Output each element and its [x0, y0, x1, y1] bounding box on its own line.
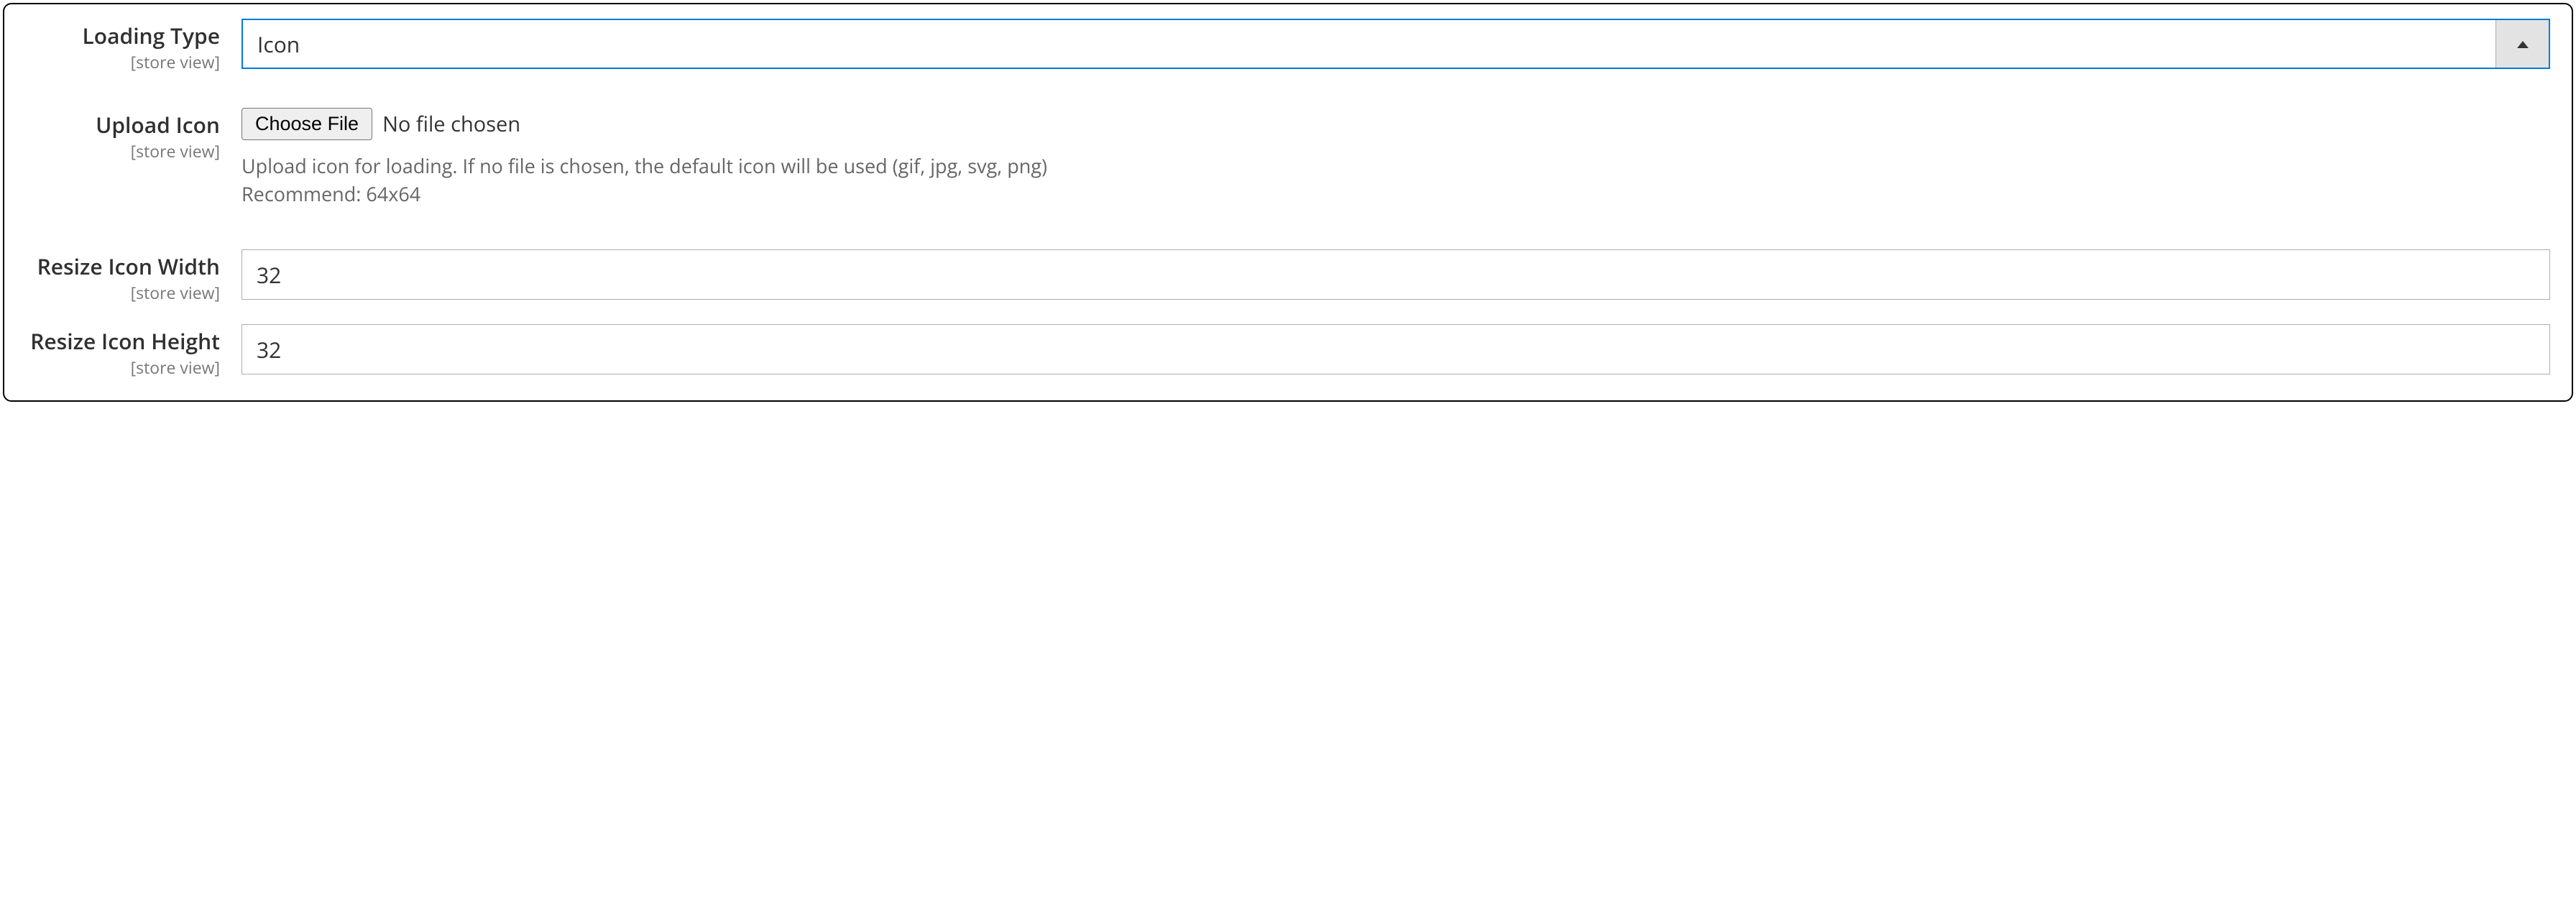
help-line-2: Recommend: 64x64 [242, 180, 2550, 208]
loading-type-value: Icon [243, 20, 2496, 68]
file-input-row: Choose File No file chosen [242, 108, 2550, 140]
resize-height-input[interactable] [242, 324, 2550, 374]
upload-icon-scope: [store view] [26, 139, 220, 162]
control-col: Choose File No file chosen Upload icon f… [242, 108, 2550, 208]
resize-width-label: Resize Icon Width [26, 254, 220, 280]
label-col: Upload Icon [store view] [26, 108, 242, 162]
upload-icon-label: Upload Icon [26, 112, 220, 138]
resize-height-scope: [store view] [26, 356, 220, 379]
label-col: Loading Type [store view] [26, 19, 242, 73]
config-panel: Loading Type [store view] Icon Upload Ic… [3, 3, 2573, 402]
help-line-1: Upload icon for loading. If no file is c… [242, 152, 2550, 180]
control-col [242, 324, 2550, 374]
loading-type-scope: [store view] [26, 50, 220, 73]
control-col [242, 249, 2550, 300]
control-col: Icon [242, 19, 2550, 69]
choose-file-button[interactable]: Choose File [242, 108, 372, 140]
field-loading-type: Loading Type [store view] Icon [26, 19, 2550, 73]
loading-type-label: Loading Type [26, 23, 220, 49]
chevron-up-icon [2517, 36, 2529, 52]
resize-height-label: Resize Icon Height [26, 328, 220, 354]
field-resize-height: Resize Icon Height [store view] [26, 324, 2550, 379]
resize-width-scope: [store view] [26, 281, 220, 304]
select-arrow-button[interactable] [2496, 20, 2549, 68]
label-col: Resize Icon Height [store view] [26, 324, 242, 379]
resize-width-input[interactable] [242, 249, 2550, 300]
label-col: Resize Icon Width [store view] [26, 249, 242, 304]
field-resize-width: Resize Icon Width [store view] [26, 249, 2550, 304]
upload-help-text: Upload icon for loading. If no file is c… [242, 152, 2550, 208]
loading-type-select[interactable]: Icon [242, 19, 2550, 69]
field-upload-icon: Upload Icon [store view] Choose File No … [26, 108, 2550, 208]
file-status-text: No file chosen [382, 110, 520, 138]
